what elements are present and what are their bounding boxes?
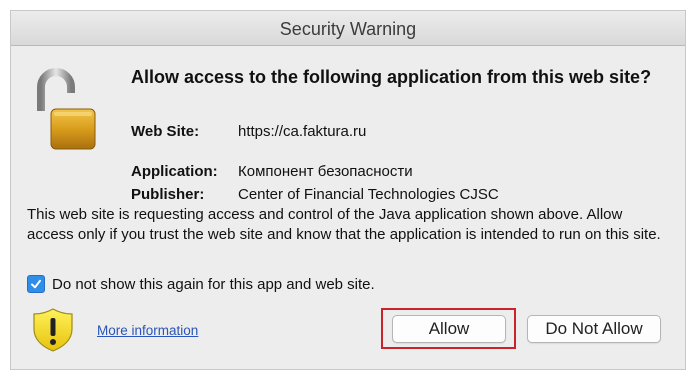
dont-show-again-checkbox[interactable]: [27, 275, 45, 293]
detail-row-website: Web Site: https://ca.faktura.ru: [131, 123, 366, 140]
publisher-value: Center of Financial Technologies CJSC: [238, 186, 499, 203]
application-value: Компонент безопасности: [238, 163, 413, 180]
dialog-heading: Allow access to the following applicatio…: [131, 67, 652, 87]
detail-label: Publisher:: [131, 186, 205, 203]
checkmark-icon: [31, 279, 41, 289]
dialog-title: Security Warning: [11, 11, 685, 46]
dont-show-again-row[interactable]: Do not show this again for this app and …: [27, 275, 375, 293]
do-not-allow-button[interactable]: Do Not Allow: [527, 315, 661, 343]
warning-shield-icon: [33, 308, 73, 352]
unlocked-padlock-icon: [37, 68, 96, 150]
security-warning-dialog: Security Warning Allow access to the fol…: [10, 10, 686, 370]
allow-button[interactable]: Allow: [392, 315, 506, 343]
detail-label: Application:: [131, 163, 218, 180]
detail-row-application: Application: Компонент безопасности: [131, 163, 413, 180]
warning-description: This web site is requesting access and c…: [27, 206, 661, 243]
more-information-link[interactable]: More information: [97, 323, 198, 338]
detail-label: Web Site:: [131, 123, 200, 140]
detail-row-publisher: Publisher: Center of Financial Technologi…: [131, 186, 499, 203]
website-value: https://ca.faktura.ru: [238, 123, 367, 140]
dont-show-again-label: Do not show this again for this app and …: [52, 275, 375, 293]
